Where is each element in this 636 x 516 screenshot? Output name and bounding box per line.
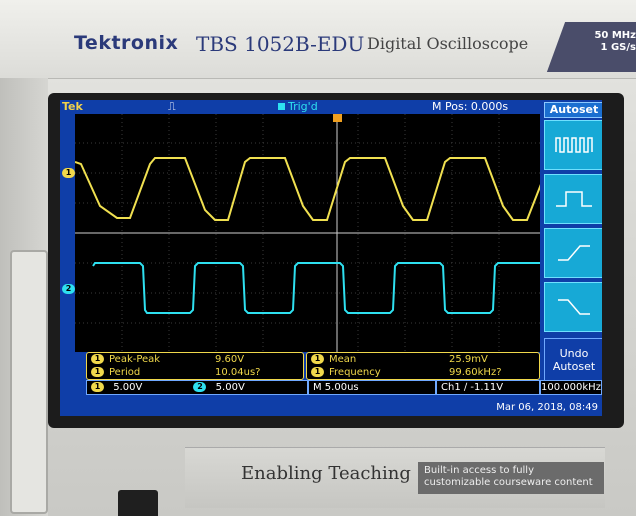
measurement-row: 1 Peak-Peak 9.60V — [91, 353, 307, 366]
trigger-frequency-box: 100.000kHz — [540, 380, 602, 395]
ch1-scale: 5.00V — [113, 382, 143, 393]
meas-value: 9.60V — [215, 354, 245, 365]
display-screen: Tek ⎍ Trig'd M Pos: 0.000s 1 2 Autoset U… — [60, 100, 602, 416]
ch1-marker-badge: 1 — [62, 167, 75, 178]
meas-label: Mean — [329, 354, 357, 365]
timebase-box: M 5.00us — [308, 380, 436, 395]
trigger-edge-icon: ⎍ — [168, 100, 176, 113]
trigger-box: Ch1 ∕ -1.11V — [436, 380, 540, 395]
measurement-row: 1 Mean 25.9mV — [311, 353, 543, 366]
model-name: TBS 1052B-EDU — [196, 32, 365, 56]
device-description: Digital Oscilloscope — [367, 34, 529, 53]
timebase-readout: M 5.00us — [313, 382, 359, 393]
falling-edge-icon — [558, 299, 590, 315]
undo-autoset-button[interactable]: Undo Autoset — [544, 338, 602, 382]
autoset-falling-edge-button[interactable] — [544, 282, 602, 332]
date-time: Mar 06, 2018, 08:49 — [496, 402, 598, 413]
trigger-state: Trig'd — [278, 100, 318, 114]
meas-ch-badge: 1 — [91, 354, 104, 364]
tek-logo: Tek — [62, 100, 83, 113]
autoset-rising-edge-button[interactable] — [544, 228, 602, 278]
waveform-svg — [75, 114, 547, 352]
ch2-scale-badge: 2 — [193, 382, 207, 392]
trigger-frequency: 100.000kHz — [541, 382, 601, 393]
autoset-single-cycle-button[interactable] — [544, 174, 602, 224]
ch1-scale-badge: 1 — [91, 382, 104, 392]
spec-text: 50 MHz 1 GS/s — [592, 30, 636, 54]
brand-logo: Tektronix — [74, 32, 179, 54]
ch1-ground-marker: 1 — [62, 162, 75, 181]
single-cycle-icon — [556, 191, 592, 207]
meas-ch-badge: 1 — [311, 354, 324, 364]
front-panel-slot — [118, 490, 158, 516]
ch2-scale: 5.00V — [215, 382, 245, 393]
left-handle — [10, 250, 48, 514]
m-pos-readout: M Pos: 0.000s — [432, 100, 509, 113]
measurements-left-panel: 1 Peak-Peak 9.60V 1 Period 10.04us? — [86, 352, 304, 380]
rising-edge-icon — [558, 245, 590, 261]
measurement-row: 1 Period 10.04us? — [91, 366, 307, 379]
meas-ch-badge: 1 — [91, 367, 104, 377]
trigger-position-marker — [333, 114, 342, 122]
meas-value: 25.9mV — [449, 354, 488, 365]
autoset-menu-title: Autoset — [544, 102, 602, 118]
multi-cycle-icon — [555, 137, 593, 153]
spec-sample-rate: 1 GS/s — [600, 42, 636, 53]
ch1-waveform — [75, 157, 546, 221]
measurement-row: 1 Frequency 99.60kHz? — [311, 366, 543, 379]
meas-value: 99.60kHz? — [449, 367, 502, 378]
courseware-info-box: Built-in access to fully customizable co… — [418, 462, 604, 494]
measurements-right-panel: 1 Mean 25.9mV 1 Frequency 99.60kHz? — [306, 352, 540, 380]
ch2-waveform — [92, 262, 547, 314]
channel-scale-bar: 1 5.00V 2 5.00V — [86, 380, 308, 395]
screen-header: Tek ⎍ Trig'd M Pos: 0.000s — [60, 100, 602, 114]
enabling-teaching-label: Enabling Teaching — [241, 463, 411, 484]
meas-ch-badge: 1 — [311, 367, 324, 377]
undo-label-line2: Autoset — [552, 360, 596, 373]
meas-label: Peak-Peak — [109, 354, 161, 365]
meas-label: Period — [109, 367, 141, 378]
ch2-ground-marker: 2 — [62, 278, 75, 297]
trigger-readout: Ch1 ∕ -1.11V — [441, 382, 504, 393]
spec-bandwidth: 50 MHz — [594, 30, 636, 41]
ch2-marker-badge: 2 — [62, 283, 75, 294]
undo-label-line1: Undo — [559, 347, 589, 360]
waveform-grid — [75, 114, 547, 352]
autoset-multi-cycle-button[interactable] — [544, 120, 602, 170]
meas-label: Frequency — [329, 367, 381, 378]
meas-value: 10.04us? — [215, 367, 261, 378]
